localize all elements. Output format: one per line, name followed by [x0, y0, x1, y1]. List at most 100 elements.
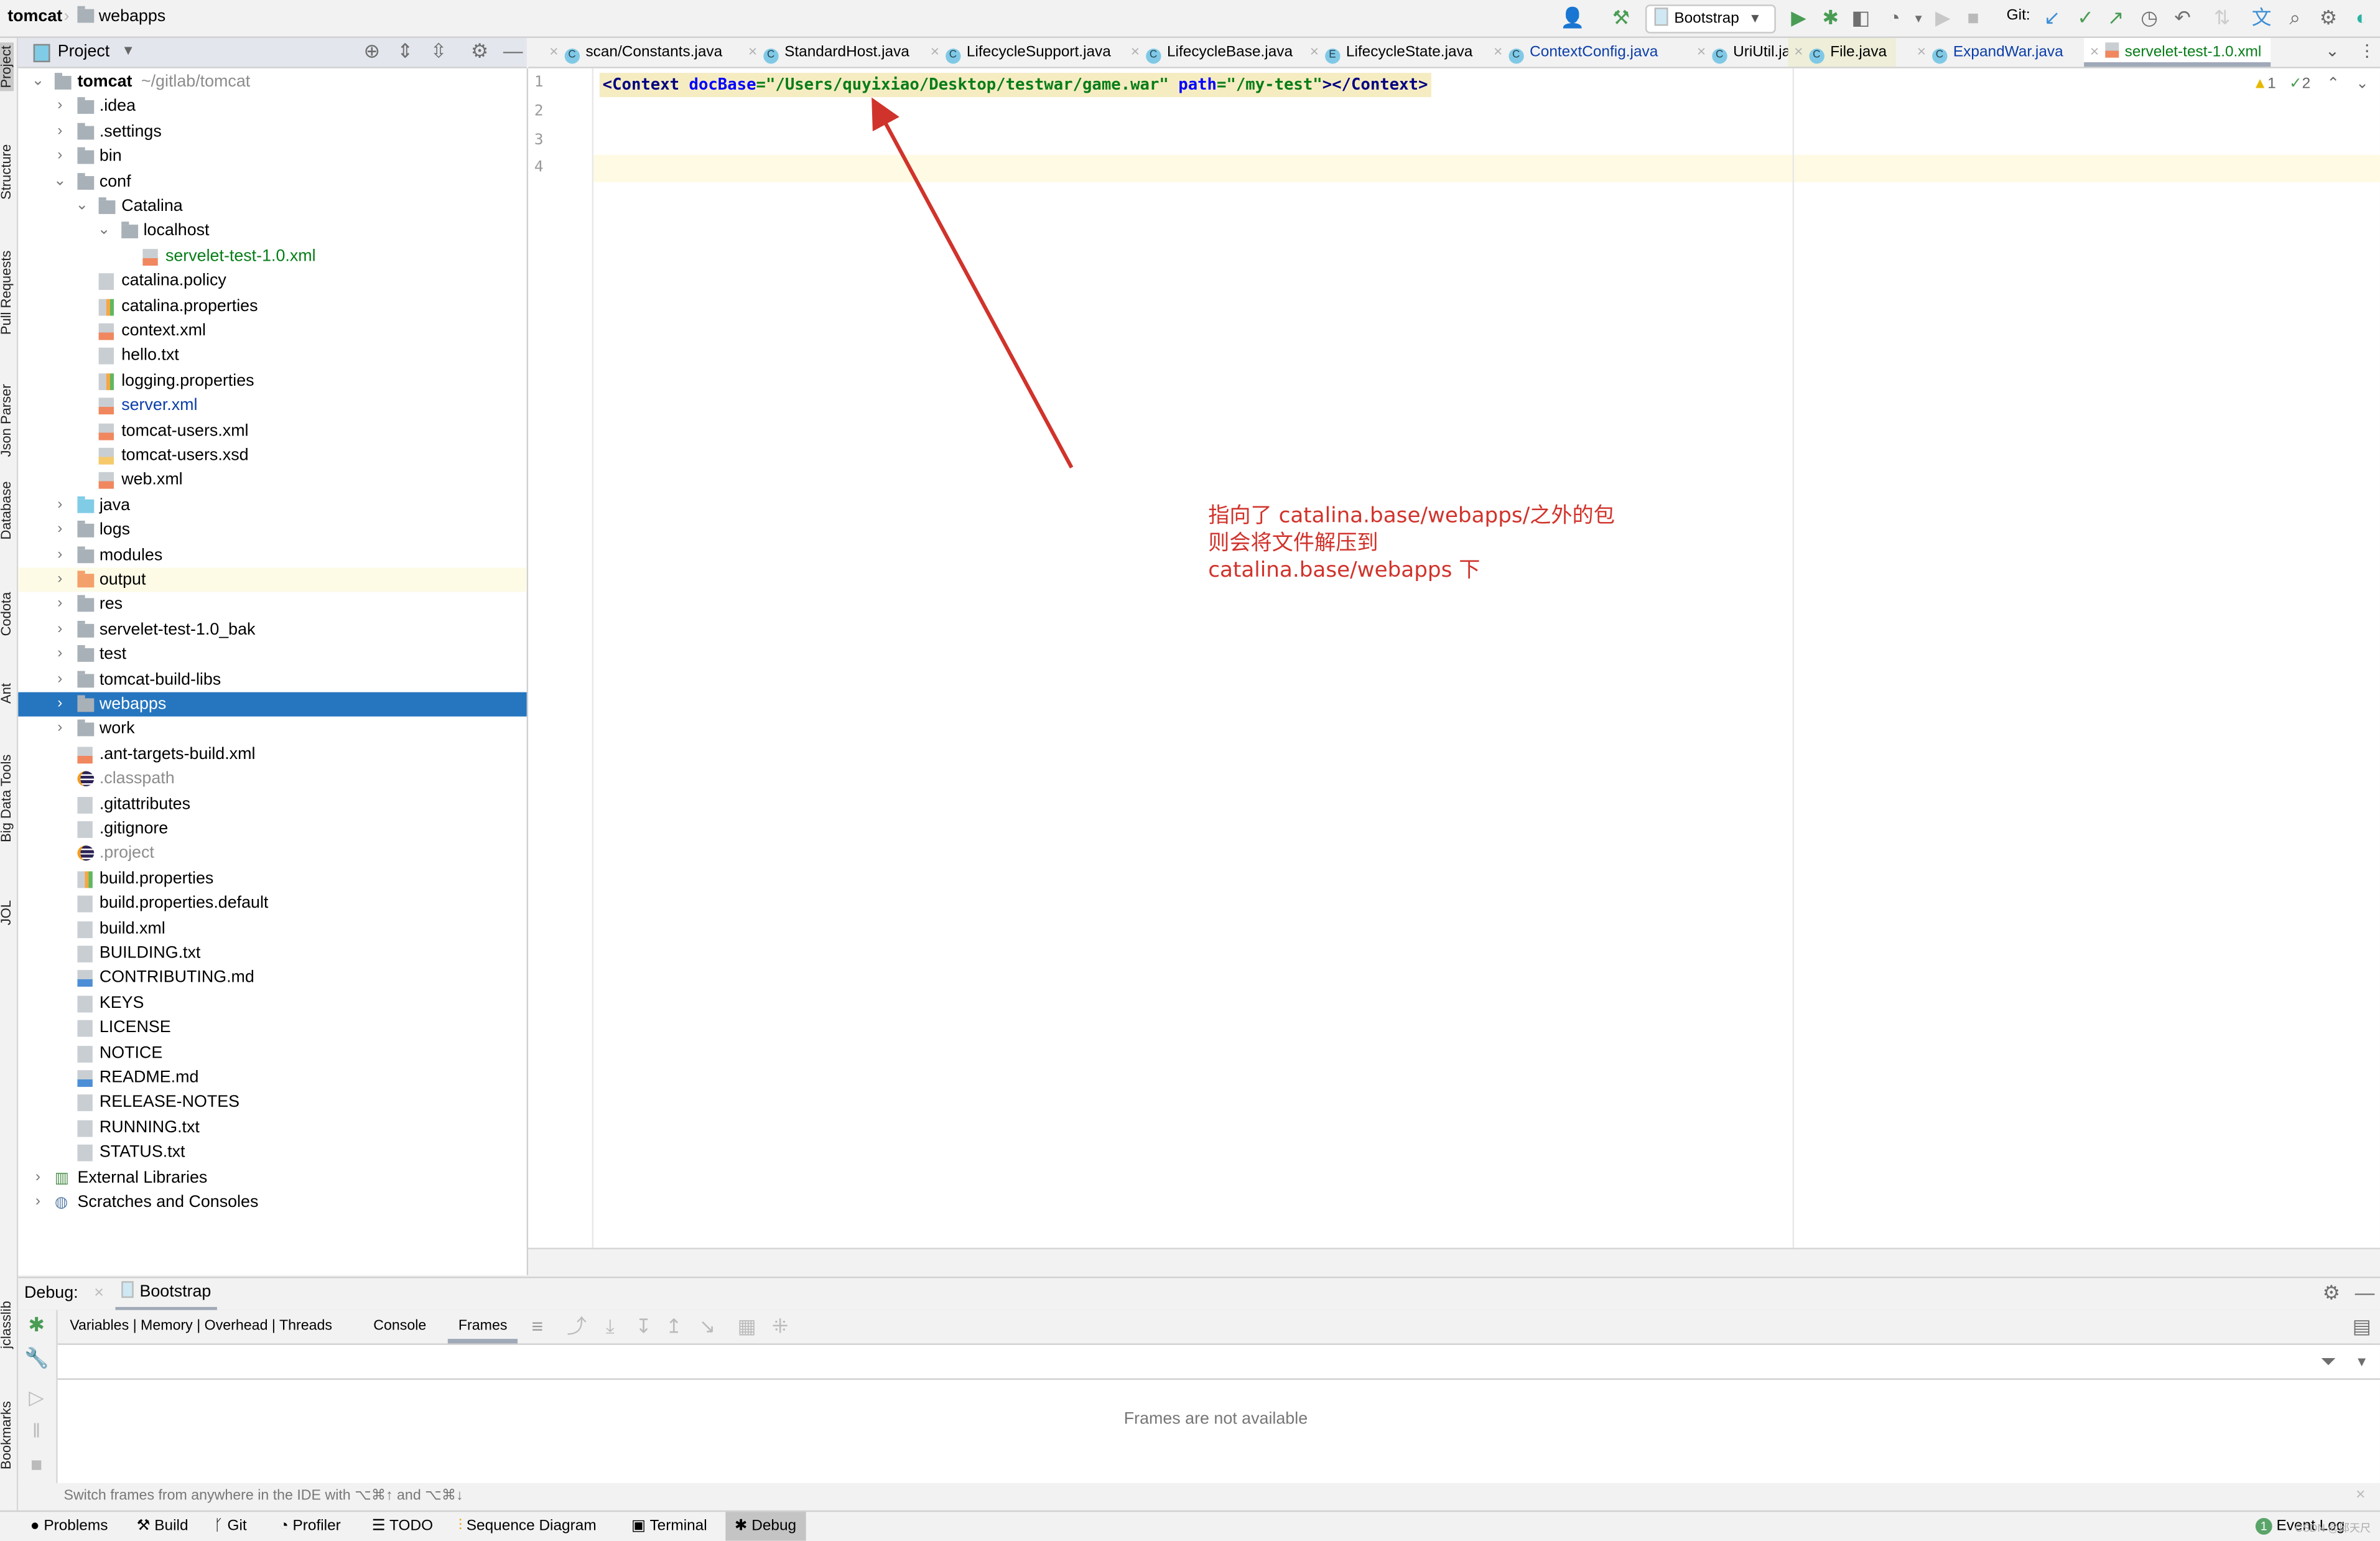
tree-item[interactable]: build.properties — [18, 867, 526, 891]
tree-item[interactable]: catalina.policy — [18, 269, 526, 293]
gear-icon[interactable]: ⚙ — [468, 39, 492, 63]
chevron-right-icon[interactable]: › — [52, 593, 67, 617]
step-into-icon[interactable]: ↧ — [631, 1315, 656, 1339]
chevron-right-icon[interactable]: › — [52, 668, 67, 692]
tree-item[interactable]: › servelet-test-1.0_bak — [18, 618, 526, 642]
chevron-down-icon[interactable]: ⌄ — [75, 194, 90, 218]
close-tab-icon[interactable]: × — [1917, 44, 1926, 61]
chevron-right-icon[interactable]: › — [52, 493, 67, 518]
build-hammer-icon[interactable]: ⚒ — [1609, 6, 1633, 30]
settings-icon[interactable]: ⚙ — [2316, 6, 2340, 30]
tree-item[interactable]: LICENSE — [18, 1016, 526, 1040]
close-tab-icon[interactable]: × — [1310, 44, 1319, 61]
run-icon[interactable]: ▶ — [1787, 6, 1811, 30]
tab-frames[interactable]: Frames — [447, 1310, 518, 1344]
profile-icon[interactable]: ◔ — [1882, 6, 1907, 30]
tree-item[interactable]: › java — [18, 493, 526, 518]
chevron-right-icon[interactable]: › — [30, 1190, 45, 1214]
chevron-right-icon[interactable]: › — [52, 95, 67, 119]
chevron-down-icon[interactable]: ▼ — [2350, 1349, 2374, 1374]
more-options-icon[interactable]: ⋮ — [2359, 41, 2376, 60]
tree-item[interactable]: .gitignore — [18, 817, 526, 841]
inspection-widget[interactable]: ▲1 ✓2 ⌃ ⌄ — [2252, 76, 2369, 93]
chevron-right-icon[interactable]: › — [52, 618, 67, 642]
git-push-icon[interactable]: ↗ — [2104, 6, 2128, 30]
minimize-icon[interactable]: — — [2353, 1281, 2377, 1305]
tree-item[interactable]: › test — [18, 643, 526, 667]
tool-window-database[interactable]: Database — [0, 481, 14, 539]
code-editor[interactable]: <Context docBase="/Users/quyixiao/Deskto… — [593, 68, 2380, 1248]
tree-item[interactable]: › logs — [18, 518, 526, 542]
filter-icon[interactable]: ⏷ — [2316, 1349, 2340, 1374]
git-commit-icon[interactable]: ✓ — [2073, 6, 2098, 30]
editor-tab[interactable]: × E LifecycleState.java — [1304, 38, 1482, 67]
tree-item[interactable]: NOTICE — [18, 1041, 526, 1065]
editor-tab[interactable]: × C LifecycleBase.java — [1125, 38, 1302, 67]
editor-tab[interactable]: × Cscan/Constants.java — [544, 38, 732, 67]
close-session-icon[interactable]: × — [94, 1284, 104, 1302]
tool-sequence-diagram[interactable]: ⫶ Sequence Diagram — [458, 1512, 597, 1540]
tab-variables[interactable]: Variables | Memory | Overhead | Threads — [70, 1318, 332, 1334]
tool-debug[interactable]: ✱ Debug — [725, 1512, 806, 1541]
history-icon[interactable]: ◷ — [2137, 6, 2162, 30]
tree-item[interactable]: › tomcat-build-libs — [18, 668, 526, 692]
evaluate-icon[interactable]: ▦ — [735, 1315, 759, 1339]
tree-item[interactable]: › .idea — [18, 95, 526, 119]
tree-item[interactable]: build.properties.default — [18, 892, 526, 916]
annotate-icon[interactable]: ⇅ — [2210, 6, 2234, 30]
expand-all-icon[interactable]: ⇕ — [393, 39, 417, 63]
breadcrumb-project[interactable]: tomcat — [7, 7, 62, 26]
chevron-right-icon[interactable]: › — [52, 119, 67, 144]
tool-terminal[interactable]: ▣ Terminal — [631, 1512, 707, 1540]
tool-profiler[interactable]: ◔ Profiler — [279, 1512, 341, 1540]
tool-window-ant[interactable]: Ant — [0, 683, 14, 704]
tool-window-jclasslib[interactable]: jclasslib — [0, 1301, 14, 1349]
close-tab-icon[interactable]: × — [2090, 44, 2099, 61]
run-configuration-select[interactable]: Bootstrap ▾ — [1645, 4, 1776, 34]
breadcrumb-folder[interactable]: webapps — [77, 6, 165, 26]
tool-problems[interactable]: ● Problems — [30, 1512, 108, 1540]
gear-icon[interactable]: ⚙ — [2319, 1281, 2343, 1305]
tree-item[interactable]: .classpath — [18, 767, 526, 791]
tree-item[interactable]: › .settings — [18, 119, 526, 144]
close-tab-icon[interactable]: × — [748, 44, 757, 61]
tool-build[interactable]: ⚒ Build — [137, 1512, 188, 1540]
close-tab-icon[interactable]: × — [1494, 44, 1502, 61]
tool-window-jol[interactable]: JOL — [0, 900, 14, 925]
layout-icon[interactable]: ▤ — [2350, 1315, 2374, 1339]
user-icon[interactable]: 👤 — [1560, 6, 1584, 30]
chevron-down-icon[interactable]: ⌄ — [30, 70, 45, 94]
tree-item[interactable]: › bin — [18, 144, 526, 169]
debug-icon[interactable]: ✱ — [1818, 6, 1843, 30]
tree-item[interactable]: logging.properties — [18, 368, 526, 393]
editor-tab[interactable]: × C StandardHost.java — [742, 38, 918, 67]
collapse-all-icon[interactable]: ⇳ — [427, 39, 451, 63]
tree-item[interactable]: build.xml — [18, 916, 526, 941]
chevron-right-icon[interactable]: › — [52, 543, 67, 567]
modify-config-icon[interactable]: 🔧 — [24, 1346, 49, 1371]
tree-item[interactable]: ⌄ tomcat ~/gitlab/tomcat — [18, 70, 526, 94]
tree-item[interactable]: RELEASE-NOTES — [18, 1091, 526, 1115]
run-to-cursor-icon[interactable]: ↘ — [695, 1315, 720, 1339]
coverage-icon[interactable]: ◧ — [1849, 6, 1873, 30]
trace-icon[interactable]: ⁜ — [768, 1315, 793, 1339]
tree-item[interactable]: › work — [18, 717, 526, 742]
search-icon[interactable]: ⌕ — [2283, 6, 2307, 30]
tab-console[interactable]: Console — [373, 1318, 426, 1334]
tree-item[interactable]: .ant-targets-build.xml — [18, 742, 526, 766]
pause-icon[interactable]: ‖ — [24, 1419, 49, 1443]
tree-item[interactable]: STATUS.txt — [18, 1140, 526, 1165]
tree-item[interactable]: › ▥ External Libraries — [18, 1165, 526, 1190]
tree-item[interactable]: server.xml — [18, 393, 526, 417]
next-highlight-icon[interactable]: ⌄ — [2356, 76, 2368, 93]
step-over-icon[interactable]: ⤓ — [598, 1315, 622, 1339]
chevron-down-icon[interactable]: ▾ — [1907, 6, 1931, 30]
tree-item[interactable]: README.md — [18, 1066, 526, 1090]
chevron-down-icon[interactable]: ⌄ — [52, 169, 67, 193]
tool-git[interactable]: ᚴ Git — [214, 1512, 247, 1540]
debug-session-tab[interactable]: Bootstrap — [115, 1278, 218, 1312]
git-update-icon[interactable]: ↙ — [2040, 6, 2064, 30]
resume-icon[interactable]: ▶ — [1931, 6, 1955, 30]
rollback-icon[interactable]: ↶ — [2170, 6, 2195, 30]
tree-item[interactable]: › webapps — [18, 692, 527, 717]
